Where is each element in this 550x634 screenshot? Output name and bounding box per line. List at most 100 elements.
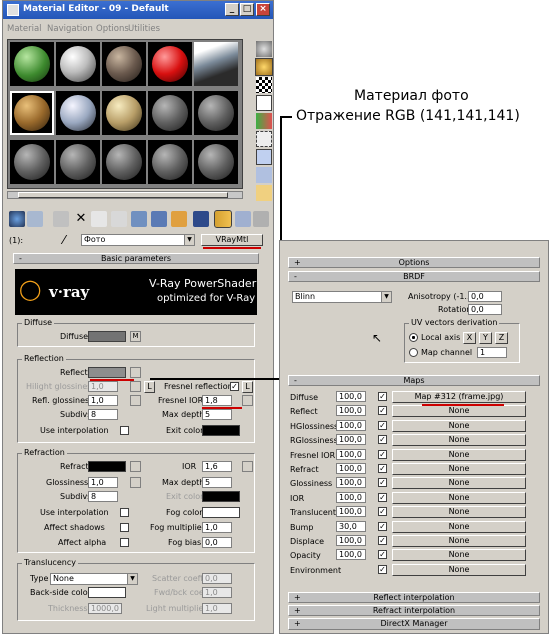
map-slot-button[interactable]: None bbox=[392, 434, 526, 447]
make-unique-icon[interactable] bbox=[111, 211, 127, 227]
hilight-lock-button[interactable]: L bbox=[144, 381, 155, 393]
sample-slot[interactable] bbox=[148, 91, 192, 135]
ior-map-button[interactable] bbox=[242, 461, 253, 472]
rotation-spinner[interactable]: 0,0 bbox=[468, 304, 502, 315]
map-slot-button[interactable]: None bbox=[392, 448, 526, 461]
map-amount-spinner[interactable]: 100,0 bbox=[336, 491, 366, 503]
map-enable-checkbox[interactable]: ✓ bbox=[378, 449, 387, 459]
map-amount-spinner[interactable]: 100,0 bbox=[336, 506, 366, 518]
refract-map-button[interactable] bbox=[130, 461, 141, 472]
basic-parameters-rollout[interactable]: - Basic parameters bbox=[13, 253, 259, 264]
map-amount-spinner[interactable]: 100,0 bbox=[336, 448, 366, 460]
map-amount-spinner[interactable]: 100,0 bbox=[336, 434, 366, 446]
backlight-icon[interactable] bbox=[255, 58, 273, 76]
use-interpolation-checkbox[interactable] bbox=[120, 426, 129, 435]
map-enable-checkbox[interactable]: ✓ bbox=[378, 507, 387, 517]
map-slot-button[interactable]: None bbox=[392, 463, 526, 475]
map-slot-button[interactable]: None bbox=[392, 563, 526, 576]
minimize-button[interactable]: _ bbox=[225, 3, 239, 16]
close-button[interactable]: × bbox=[256, 3, 270, 16]
show-end-result-icon[interactable] bbox=[193, 211, 209, 227]
map-enable-checkbox[interactable]: ✓ bbox=[378, 536, 387, 545]
menu-material[interactable]: Material bbox=[7, 24, 42, 34]
uv-tiling-icon[interactable] bbox=[256, 95, 272, 111]
scroll-thumb[interactable] bbox=[18, 192, 228, 198]
map-enable-checkbox[interactable]: ✓ bbox=[378, 550, 387, 560]
make-copy-icon[interactable] bbox=[91, 211, 107, 227]
material-type-button[interactable]: VRayMtl bbox=[201, 234, 263, 246]
thickness-spinner[interactable]: 1000,0 bbox=[88, 603, 122, 614]
map-amount-spinner[interactable]: 100,0 bbox=[336, 477, 366, 489]
glossiness-spinner[interactable]: 1,0 bbox=[88, 477, 118, 488]
map-slot-button[interactable]: None bbox=[392, 491, 526, 504]
make-preview-icon[interactable] bbox=[256, 131, 272, 147]
put-to-library-icon[interactable] bbox=[131, 211, 147, 227]
fog-bias-spinner[interactable]: 0,0 bbox=[202, 537, 232, 548]
background-icon[interactable] bbox=[256, 77, 272, 93]
reflect-interpolation-rollout[interactable]: + Reflect interpolation bbox=[288, 592, 540, 603]
refr-use-interpolation-checkbox[interactable] bbox=[120, 508, 129, 517]
directx-manager-rollout[interactable]: + DirectX Manager bbox=[288, 618, 540, 630]
translucency-type-dropdown[interactable]: None ▼ bbox=[50, 573, 138, 585]
map-channel-spinner[interactable]: 1 bbox=[477, 347, 507, 358]
sample-slot[interactable] bbox=[56, 91, 100, 135]
axis-y-button[interactable]: Y bbox=[479, 332, 492, 344]
sample-slot[interactable] bbox=[10, 42, 54, 86]
sample-slot-selected[interactable] bbox=[10, 91, 54, 135]
map-amount-spinner[interactable]: 100,0 bbox=[336, 419, 366, 431]
refl-gloss-map-button[interactable] bbox=[130, 395, 141, 406]
sample-type-icon[interactable] bbox=[256, 41, 272, 57]
fresnel-lock-button[interactable]: L bbox=[242, 381, 253, 393]
scatter-coeff-spinner[interactable]: 0,0 bbox=[202, 573, 232, 584]
put-to-scene-icon[interactable] bbox=[27, 211, 43, 227]
pick-material-icon[interactable] bbox=[253, 211, 269, 227]
map-enable-checkbox[interactable]: ✓ bbox=[378, 564, 387, 574]
hilight-glossiness-spinner[interactable]: 1,0 bbox=[88, 381, 118, 392]
material-name-field[interactable]: Фото ▼ bbox=[81, 234, 195, 246]
menu-utilities[interactable]: Utilities bbox=[128, 24, 160, 34]
options-rollout[interactable]: + Options bbox=[288, 257, 540, 268]
max-depth-spinner[interactable]: 5 bbox=[202, 409, 232, 420]
sample-slot[interactable] bbox=[194, 42, 238, 86]
sample-slot[interactable] bbox=[56, 140, 100, 184]
light-multiplier-spinner[interactable]: 1,0 bbox=[202, 603, 232, 614]
go-forward-sibling-icon[interactable] bbox=[235, 211, 251, 227]
map-slot-button[interactable]: None bbox=[392, 549, 526, 562]
map-slot-button[interactable]: None bbox=[392, 405, 526, 418]
material-id-icon[interactable] bbox=[151, 211, 167, 227]
subdivs-spinner[interactable]: 8 bbox=[88, 409, 118, 420]
select-by-material-icon[interactable] bbox=[256, 167, 272, 183]
menu-navigation[interactable]: Navigation bbox=[47, 24, 93, 34]
diffuse-map-button[interactable]: M bbox=[130, 331, 141, 342]
go-to-parent-icon[interactable] bbox=[214, 210, 232, 228]
map-slot-button[interactable]: None bbox=[392, 506, 526, 519]
fog-multiplier-spinner[interactable]: 1,0 bbox=[202, 522, 232, 533]
map-slot-button[interactable]: None bbox=[392, 419, 526, 432]
affect-alpha-checkbox[interactable] bbox=[120, 538, 129, 547]
maximize-button[interactable]: □ bbox=[240, 3, 254, 16]
back-side-color-swatch[interactable] bbox=[88, 587, 126, 598]
sample-slot[interactable] bbox=[10, 140, 54, 184]
map-enable-checkbox[interactable]: ✓ bbox=[378, 435, 387, 445]
reset-map-icon[interactable]: ✕ bbox=[73, 211, 89, 227]
exit-color-swatch[interactable] bbox=[202, 425, 240, 436]
map-slot-button[interactable]: None bbox=[392, 520, 526, 533]
material-navigator-icon[interactable] bbox=[256, 185, 272, 201]
map-enable-checkbox[interactable]: ✓ bbox=[378, 392, 387, 401]
assign-material-icon[interactable] bbox=[53, 211, 69, 227]
eyedropper-icon[interactable]: ⁄ bbox=[63, 233, 65, 247]
video-check-icon[interactable] bbox=[256, 113, 272, 129]
glossiness-map-button[interactable] bbox=[130, 477, 141, 488]
sample-slot[interactable] bbox=[102, 91, 146, 135]
ior-spinner[interactable]: 1,6 bbox=[202, 461, 232, 472]
get-material-icon[interactable] bbox=[9, 211, 25, 227]
map-slot-button[interactable]: None bbox=[392, 535, 526, 547]
axis-x-button[interactable]: X bbox=[463, 332, 476, 344]
map-slot-button[interactable]: Map #312 (frame.jpg) bbox=[392, 391, 526, 403]
sample-slot[interactable] bbox=[194, 140, 238, 184]
brdf-type-dropdown[interactable]: Blinn ▼ bbox=[292, 291, 392, 303]
local-axis-radio[interactable] bbox=[409, 333, 418, 342]
map-channel-radio[interactable] bbox=[409, 348, 418, 357]
sample-slot[interactable] bbox=[194, 91, 238, 135]
map-enable-checkbox[interactable]: ✓ bbox=[378, 478, 387, 488]
